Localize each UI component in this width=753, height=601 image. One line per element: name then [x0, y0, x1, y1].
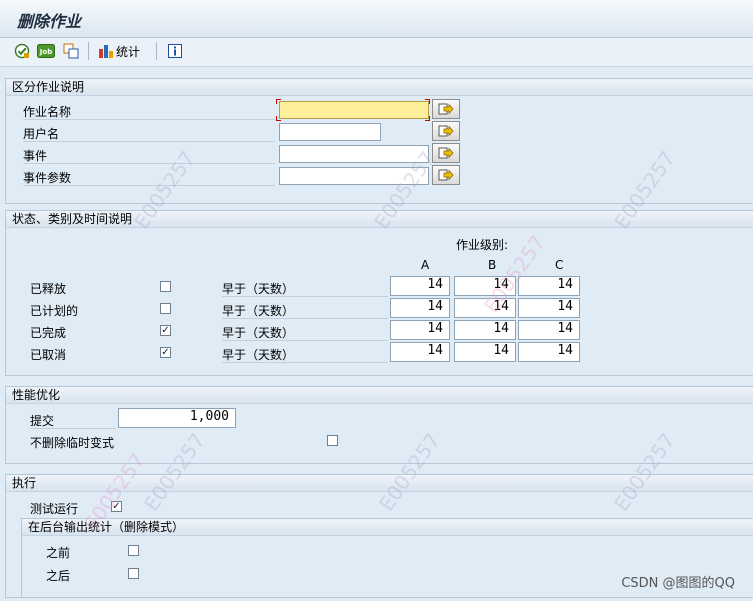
copy-button[interactable]: [61, 42, 81, 60]
commit-label: 提交: [30, 412, 116, 429]
event-label: 事件: [23, 147, 275, 164]
after-label: 之后: [46, 569, 71, 583]
status-class-time-group: 状态、类别及时间说明 作业级别: A B C 已释放 早于（天数） 14 14 …: [5, 210, 753, 376]
subgroup-header: 在后台输出统计（删除模式）: [22, 519, 753, 536]
statistics-button[interactable]: 统计: [96, 42, 142, 60]
scheduled-label: 已计划的: [30, 304, 79, 318]
class-b-days-input[interactable]: 14: [454, 342, 516, 362]
job-selection-group: 区分作业说明 作业名称 用户名 事件 事件参数: [5, 78, 753, 204]
arrow-right-icon: [438, 147, 454, 159]
execute-icon: [14, 43, 30, 59]
class-c-days-input[interactable]: 14: [518, 298, 580, 318]
source-credit: CSDN @图图的QQ: [621, 576, 735, 591]
title-bar: 删除作业: [0, 0, 753, 38]
page-title: 删除作业: [17, 12, 82, 31]
job-icon: Job: [37, 44, 55, 58]
toolbar-separator: [88, 42, 89, 60]
class-c-days-input[interactable]: 14: [518, 320, 580, 340]
class-a-days-input[interactable]: 14: [390, 342, 450, 362]
application-toolbar: Job 统计: [0, 38, 753, 67]
class-c-days-input[interactable]: 14: [518, 276, 580, 296]
required-marker: [425, 116, 430, 121]
before-label: 之前: [46, 546, 71, 560]
older-than-days-label: 早于（天数）: [222, 280, 388, 297]
before-checkbox[interactable]: [128, 545, 139, 556]
group-header: 性能优化: [6, 387, 753, 404]
keep-temp-variants-checkbox[interactable]: [327, 435, 338, 446]
required-marker: [276, 99, 281, 104]
event-parameter-input[interactable]: [279, 167, 429, 185]
multiple-selection-button[interactable]: [432, 165, 460, 185]
job-button[interactable]: Job: [36, 42, 56, 60]
finished-label: 已完成: [30, 326, 67, 340]
statistics-label: 统计: [115, 44, 140, 59]
cancelled-label: 已取消: [30, 348, 67, 362]
event-parameter-label: 事件参数: [23, 169, 275, 186]
finished-checkbox[interactable]: ✓: [160, 325, 171, 336]
older-than-days-label: 早于（天数）: [222, 302, 388, 319]
job-class-label: 作业级别:: [456, 238, 509, 252]
class-b-days-input[interactable]: 14: [454, 298, 516, 318]
cancelled-checkbox[interactable]: ✓: [160, 347, 171, 358]
column-header-a: A: [421, 258, 430, 272]
class-a-days-input[interactable]: 14: [390, 276, 450, 296]
info-icon: [168, 44, 182, 58]
arrow-right-icon: [438, 169, 454, 181]
keep-temp-variants-label: 不删除临时变式: [30, 436, 115, 450]
class-c-days-input[interactable]: 14: [518, 342, 580, 362]
class-b-days-input[interactable]: 14: [454, 320, 516, 340]
test-run-label: 测试运行: [30, 502, 79, 516]
toolbar-separator: [156, 42, 157, 60]
performance-optimization-group: 性能优化 提交 1,000 不删除临时变式: [5, 386, 753, 464]
multiple-selection-button[interactable]: [432, 99, 460, 119]
commit-size-input[interactable]: 1,000: [118, 408, 236, 428]
group-header: 区分作业说明: [6, 79, 753, 96]
released-checkbox[interactable]: [160, 281, 171, 292]
multiple-selection-button[interactable]: [432, 121, 460, 141]
event-input[interactable]: [279, 145, 429, 163]
scheduled-checkbox[interactable]: [160, 303, 171, 314]
arrow-right-icon: [438, 125, 454, 137]
user-name-input[interactable]: [279, 123, 381, 141]
class-b-days-input[interactable]: 14: [454, 276, 516, 296]
job-name-label: 作业名称: [23, 103, 275, 120]
job-name-input[interactable]: [279, 101, 429, 119]
after-checkbox[interactable]: [128, 568, 139, 579]
released-label: 已释放: [30, 282, 67, 296]
copy-icon: [63, 43, 79, 59]
execute-button[interactable]: [12, 42, 32, 60]
older-than-days-label: 早于（天数）: [222, 346, 388, 363]
group-header: 状态、类别及时间说明: [6, 211, 753, 228]
user-name-label: 用户名: [23, 125, 275, 142]
class-a-days-input[interactable]: 14: [390, 298, 450, 318]
svg-text:Job: Job: [39, 48, 52, 56]
test-run-checkbox[interactable]: ✓: [111, 501, 122, 512]
info-button[interactable]: [166, 42, 184, 60]
required-marker: [425, 99, 430, 104]
class-a-days-input[interactable]: 14: [390, 320, 450, 340]
older-than-days-label: 早于（天数）: [222, 324, 388, 341]
arrow-right-icon: [438, 103, 454, 115]
column-header-b: B: [488, 258, 497, 272]
column-header-c: C: [555, 258, 564, 272]
required-marker: [276, 116, 281, 121]
multiple-selection-button[interactable]: [432, 143, 460, 163]
group-header: 执行: [6, 475, 753, 492]
bar-chart-icon: [98, 45, 113, 58]
